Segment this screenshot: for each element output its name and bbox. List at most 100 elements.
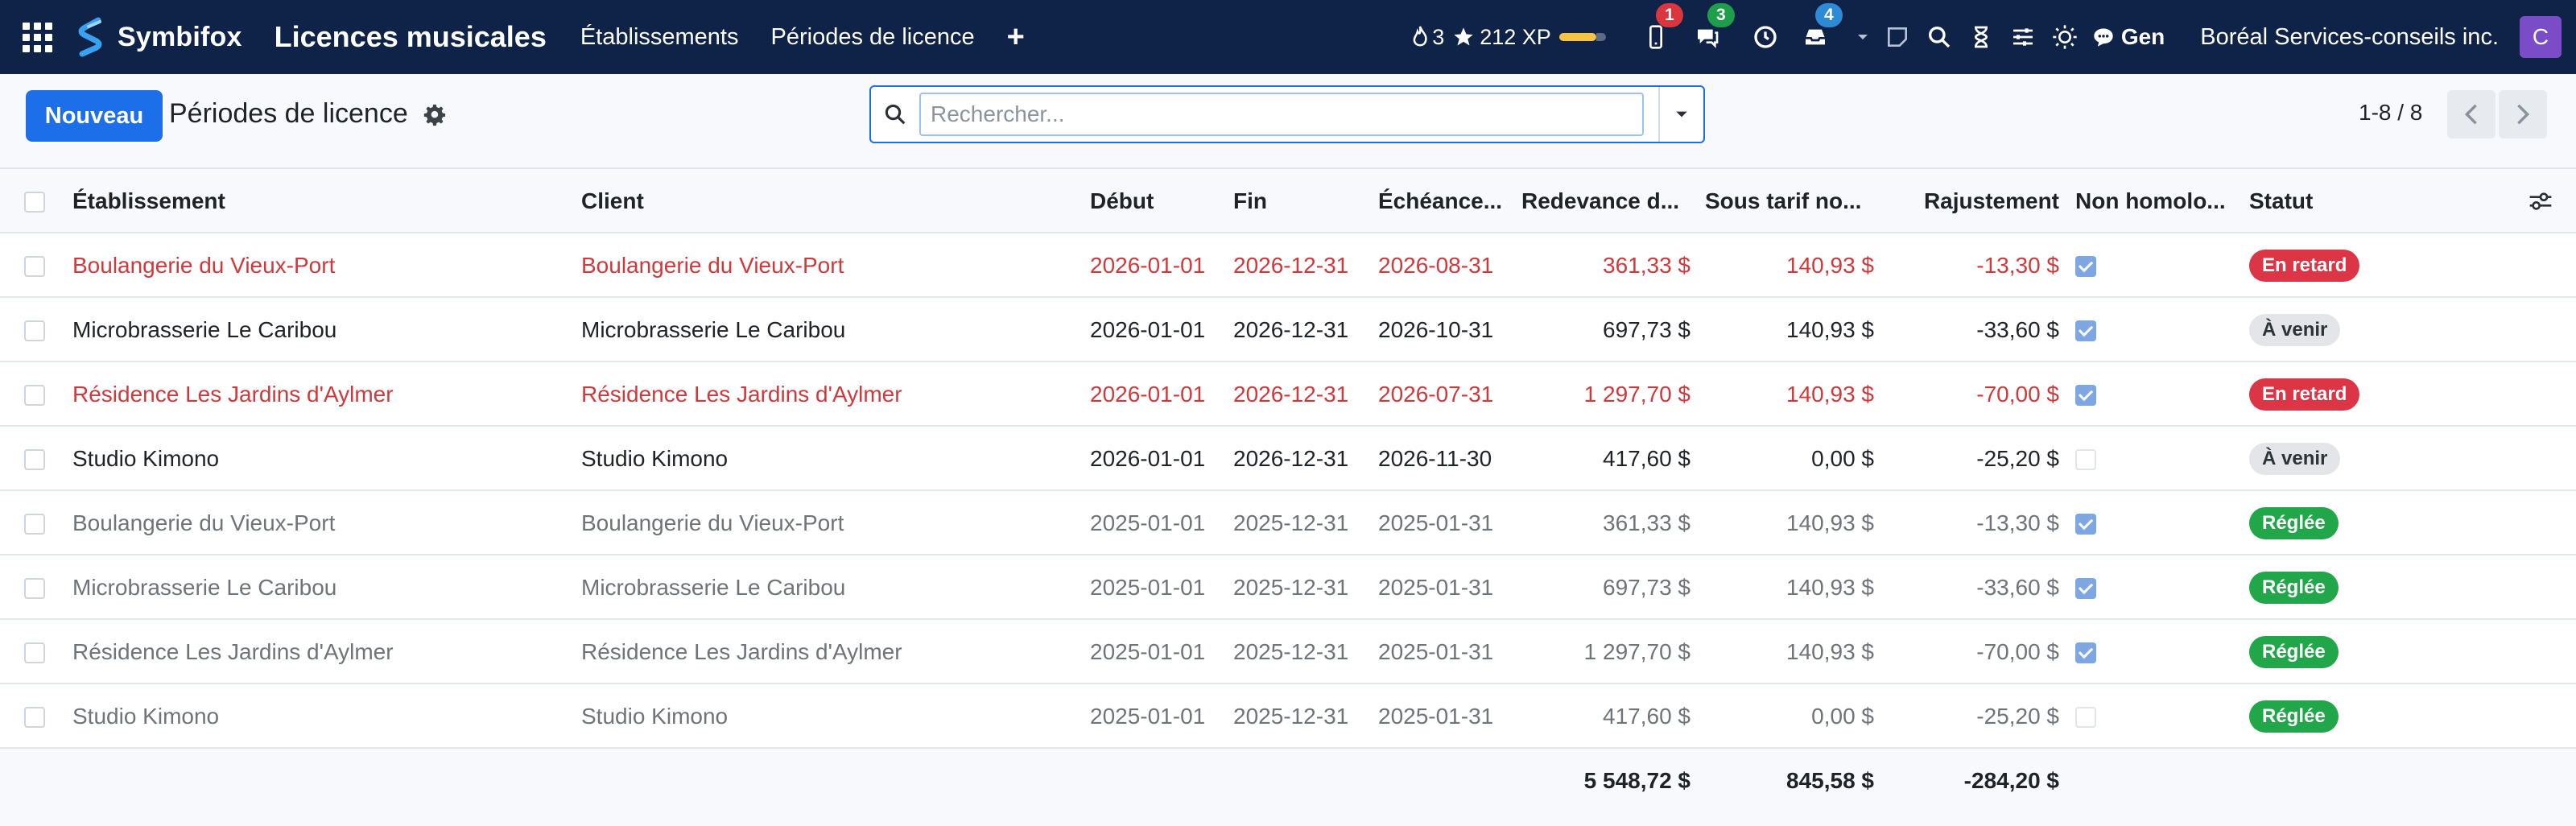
non-homologue-checkbox[interactable] [2075, 256, 2096, 277]
language-button[interactable]: Gen [2092, 24, 2165, 50]
header-echeance[interactable]: Échéance... [1378, 169, 1507, 233]
grid-icon [22, 22, 52, 52]
row-checkbox[interactable] [24, 578, 45, 599]
cell-client: Boulangerie du Vieux-Port [581, 510, 844, 535]
table-row[interactable]: Résidence Les Jardins d'Aylmer Résidence … [0, 362, 2576, 427]
table-row[interactable]: Boulangerie du Vieux-Port Boulangerie du … [0, 491, 2576, 555]
cell-etablissement: Résidence Les Jardins d'Aylmer [72, 382, 394, 407]
non-homologue-checkbox[interactable] [2075, 707, 2096, 728]
chat-button[interactable]: 3 [1688, 0, 1735, 74]
cell-rajustement: -70,00 $ [1976, 639, 2059, 664]
xp-text: 212 XP [1480, 24, 1551, 49]
cell-debut: 2026-01-01 [1090, 446, 1206, 471]
cell-debut: 2025-01-01 [1090, 510, 1206, 535]
user-avatar[interactable]: C [2520, 16, 2562, 58]
cell-client: Boulangerie du Vieux-Port [581, 253, 844, 278]
pager-value[interactable]: 1-8 / 8 [2359, 100, 2422, 126]
row-checkbox[interactable] [24, 642, 45, 663]
phone-button[interactable]: 1 [1637, 0, 1683, 74]
cell-sous-tarif: 140,93 $ [1786, 253, 1874, 278]
cell-etablissement: Résidence Les Jardins d'Aylmer [72, 639, 394, 664]
table-row[interactable]: Studio Kimono Studio Kimono 2025-01-01 2025… [0, 684, 2576, 749]
inbox-badge: 4 [1814, 3, 1843, 27]
non-homologue-checkbox[interactable] [2075, 385, 2096, 406]
total-rajustement: -284,20 $ [1963, 768, 2059, 793]
cell-fin: 2025-12-31 [1233, 575, 1349, 600]
non-homologue-checkbox[interactable] [2075, 642, 2096, 663]
header-rajustement[interactable]: Rajustement [1884, 169, 2059, 233]
table-row[interactable]: Microbrasserie Le Caribou Microbrasserie … [0, 298, 2576, 362]
non-homologue-checkbox[interactable] [2075, 449, 2096, 470]
gamification-status[interactable]: 3 212 XP [1411, 25, 1620, 50]
row-checkbox[interactable] [24, 256, 45, 277]
table-row[interactable]: Microbrasserie Le Caribou Microbrasserie … [0, 555, 2576, 620]
table-row[interactable]: Studio Kimono Studio Kimono 2026-01-01 2026… [0, 427, 2576, 491]
gear-icon[interactable] [422, 103, 448, 129]
cell-rajustement: -33,60 $ [1976, 317, 2059, 342]
cell-fin: 2025-12-31 [1233, 639, 1349, 664]
header-client[interactable]: Client [581, 169, 1064, 233]
total-redevance: 5 548,72 $ [1583, 768, 1690, 793]
pager-next[interactable] [2499, 90, 2547, 138]
app-title[interactable]: Licences musicales [275, 20, 547, 54]
clock-icon [1754, 26, 1777, 48]
activity-button[interactable] [1746, 0, 1785, 74]
select-all-checkbox[interactable] [24, 192, 45, 213]
header-etablissement[interactable]: Établissement [72, 169, 555, 233]
row-checkbox[interactable] [24, 514, 45, 535]
non-homologue-checkbox[interactable] [2075, 578, 2096, 599]
cell-client: Résidence Les Jardins d'Aylmer [581, 382, 902, 407]
cell-etablissement: Studio Kimono [72, 704, 220, 729]
table-body: Boulangerie du Vieux-Port Boulangerie du … [0, 233, 2576, 749]
brand[interactable]: Symbifox [74, 0, 275, 74]
license-periods-table: Établissement Client Début Fin Échéance.… [0, 169, 2576, 810]
status-badge: Réglée [2249, 507, 2339, 539]
row-checkbox[interactable] [24, 320, 45, 341]
search-button[interactable] [1920, 0, 1959, 74]
search-options-toggle[interactable] [1658, 87, 1703, 142]
header-statut[interactable]: Statut [2249, 169, 2410, 233]
language-label: Gen [2120, 24, 2165, 49]
cell-fin: 2025-12-31 [1233, 510, 1349, 535]
timer-button[interactable] [1962, 0, 2000, 74]
theme-button[interactable] [2046, 0, 2084, 74]
table-row[interactable]: Boulangerie du Vieux-Port Boulangerie du … [0, 233, 2576, 298]
tray-dropdown[interactable] [1849, 0, 1876, 74]
inbox-button[interactable]: 4 [1796, 0, 1843, 74]
nav-add-button[interactable]: + [1007, 20, 1025, 55]
app-launcher-button[interactable] [0, 0, 74, 74]
nav-item-etablissements[interactable]: Établissements [580, 24, 739, 51]
notes-button[interactable] [1878, 0, 1917, 74]
header-debut[interactable]: Début [1090, 169, 1219, 233]
column-settings-icon[interactable] [2528, 190, 2553, 213]
cell-etablissement: Boulangerie du Vieux-Port [72, 510, 336, 535]
filters-button[interactable] [2004, 0, 2042, 74]
cell-etablissement: Studio Kimono [72, 446, 220, 471]
sliders-icon [2013, 28, 2033, 46]
new-button[interactable]: Nouveau [26, 90, 163, 142]
cell-sous-tarif: 0,00 $ [1811, 446, 1874, 471]
company-switcher[interactable]: Boréal Services-conseils inc. [2200, 24, 2499, 51]
cell-rajustement: -13,30 $ [1976, 253, 2059, 278]
header-sous-tarif[interactable]: Sous tarif no... [1705, 169, 1882, 233]
non-homologue-checkbox[interactable] [2075, 514, 2096, 535]
row-checkbox[interactable] [24, 385, 45, 406]
cell-rajustement: -25,20 $ [1976, 704, 2059, 729]
cell-rajustement: -70,00 $ [1976, 382, 2059, 407]
header-redevance[interactable]: Redevance d... [1521, 169, 1690, 233]
status-badge: À venir [2249, 443, 2341, 475]
pager-previous[interactable] [2447, 90, 2496, 138]
nav-item-periodes[interactable]: Périodes de licence [771, 24, 975, 51]
phone-icon [1649, 25, 1662, 49]
cell-echeance: 2026-07-31 [1378, 382, 1494, 407]
header-non-homologue[interactable]: Non homolo... [2075, 169, 2236, 233]
status-badge: Réglée [2249, 636, 2339, 668]
table-row[interactable]: Résidence Les Jardins d'Aylmer Résidence … [0, 620, 2576, 684]
header-fin[interactable]: Fin [1233, 169, 1362, 233]
cell-sous-tarif: 140,93 $ [1786, 382, 1874, 407]
search-input[interactable] [919, 93, 1644, 136]
cell-sous-tarif: 0,00 $ [1811, 704, 1874, 729]
non-homologue-checkbox[interactable] [2075, 320, 2096, 341]
row-checkbox[interactable] [24, 707, 45, 728]
row-checkbox[interactable] [24, 449, 45, 470]
